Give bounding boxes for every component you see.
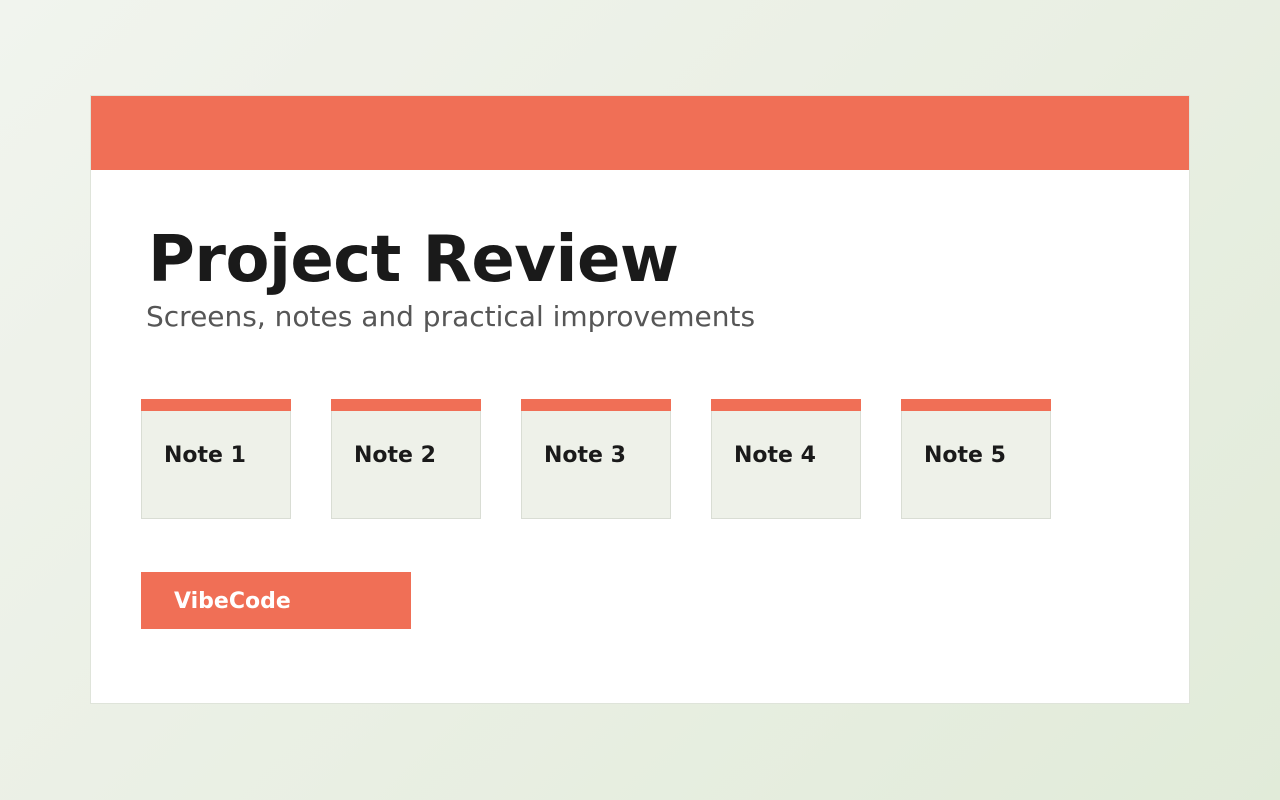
note-card-accent-bar bbox=[711, 399, 861, 411]
review-card: Project Review Screens, notes and practi… bbox=[90, 95, 1190, 704]
note-card-label: Note 1 bbox=[164, 443, 246, 468]
note-card-2[interactable]: Note 2 bbox=[331, 399, 481, 519]
note-card-3[interactable]: Note 3 bbox=[521, 399, 671, 519]
note-card-label: Note 2 bbox=[354, 443, 436, 468]
note-card-label: Note 3 bbox=[544, 443, 626, 468]
note-card-accent-bar bbox=[521, 399, 671, 411]
note-card-accent-bar bbox=[141, 399, 291, 411]
note-card-label: Note 5 bbox=[924, 443, 1006, 468]
page-title: Project Review bbox=[148, 223, 679, 297]
note-card-5[interactable]: Note 5 bbox=[901, 399, 1051, 519]
card-header-bar bbox=[91, 96, 1189, 170]
page-subtitle: Screens, notes and practical improvement… bbox=[146, 300, 756, 333]
brand-label: VibeCode bbox=[174, 589, 291, 614]
note-card-label: Note 4 bbox=[734, 443, 816, 468]
brand-badge: VibeCode bbox=[141, 572, 411, 629]
note-card-accent-bar bbox=[331, 399, 481, 411]
note-card-1[interactable]: Note 1 bbox=[141, 399, 291, 519]
note-card-4[interactable]: Note 4 bbox=[711, 399, 861, 519]
note-card-accent-bar bbox=[901, 399, 1051, 411]
